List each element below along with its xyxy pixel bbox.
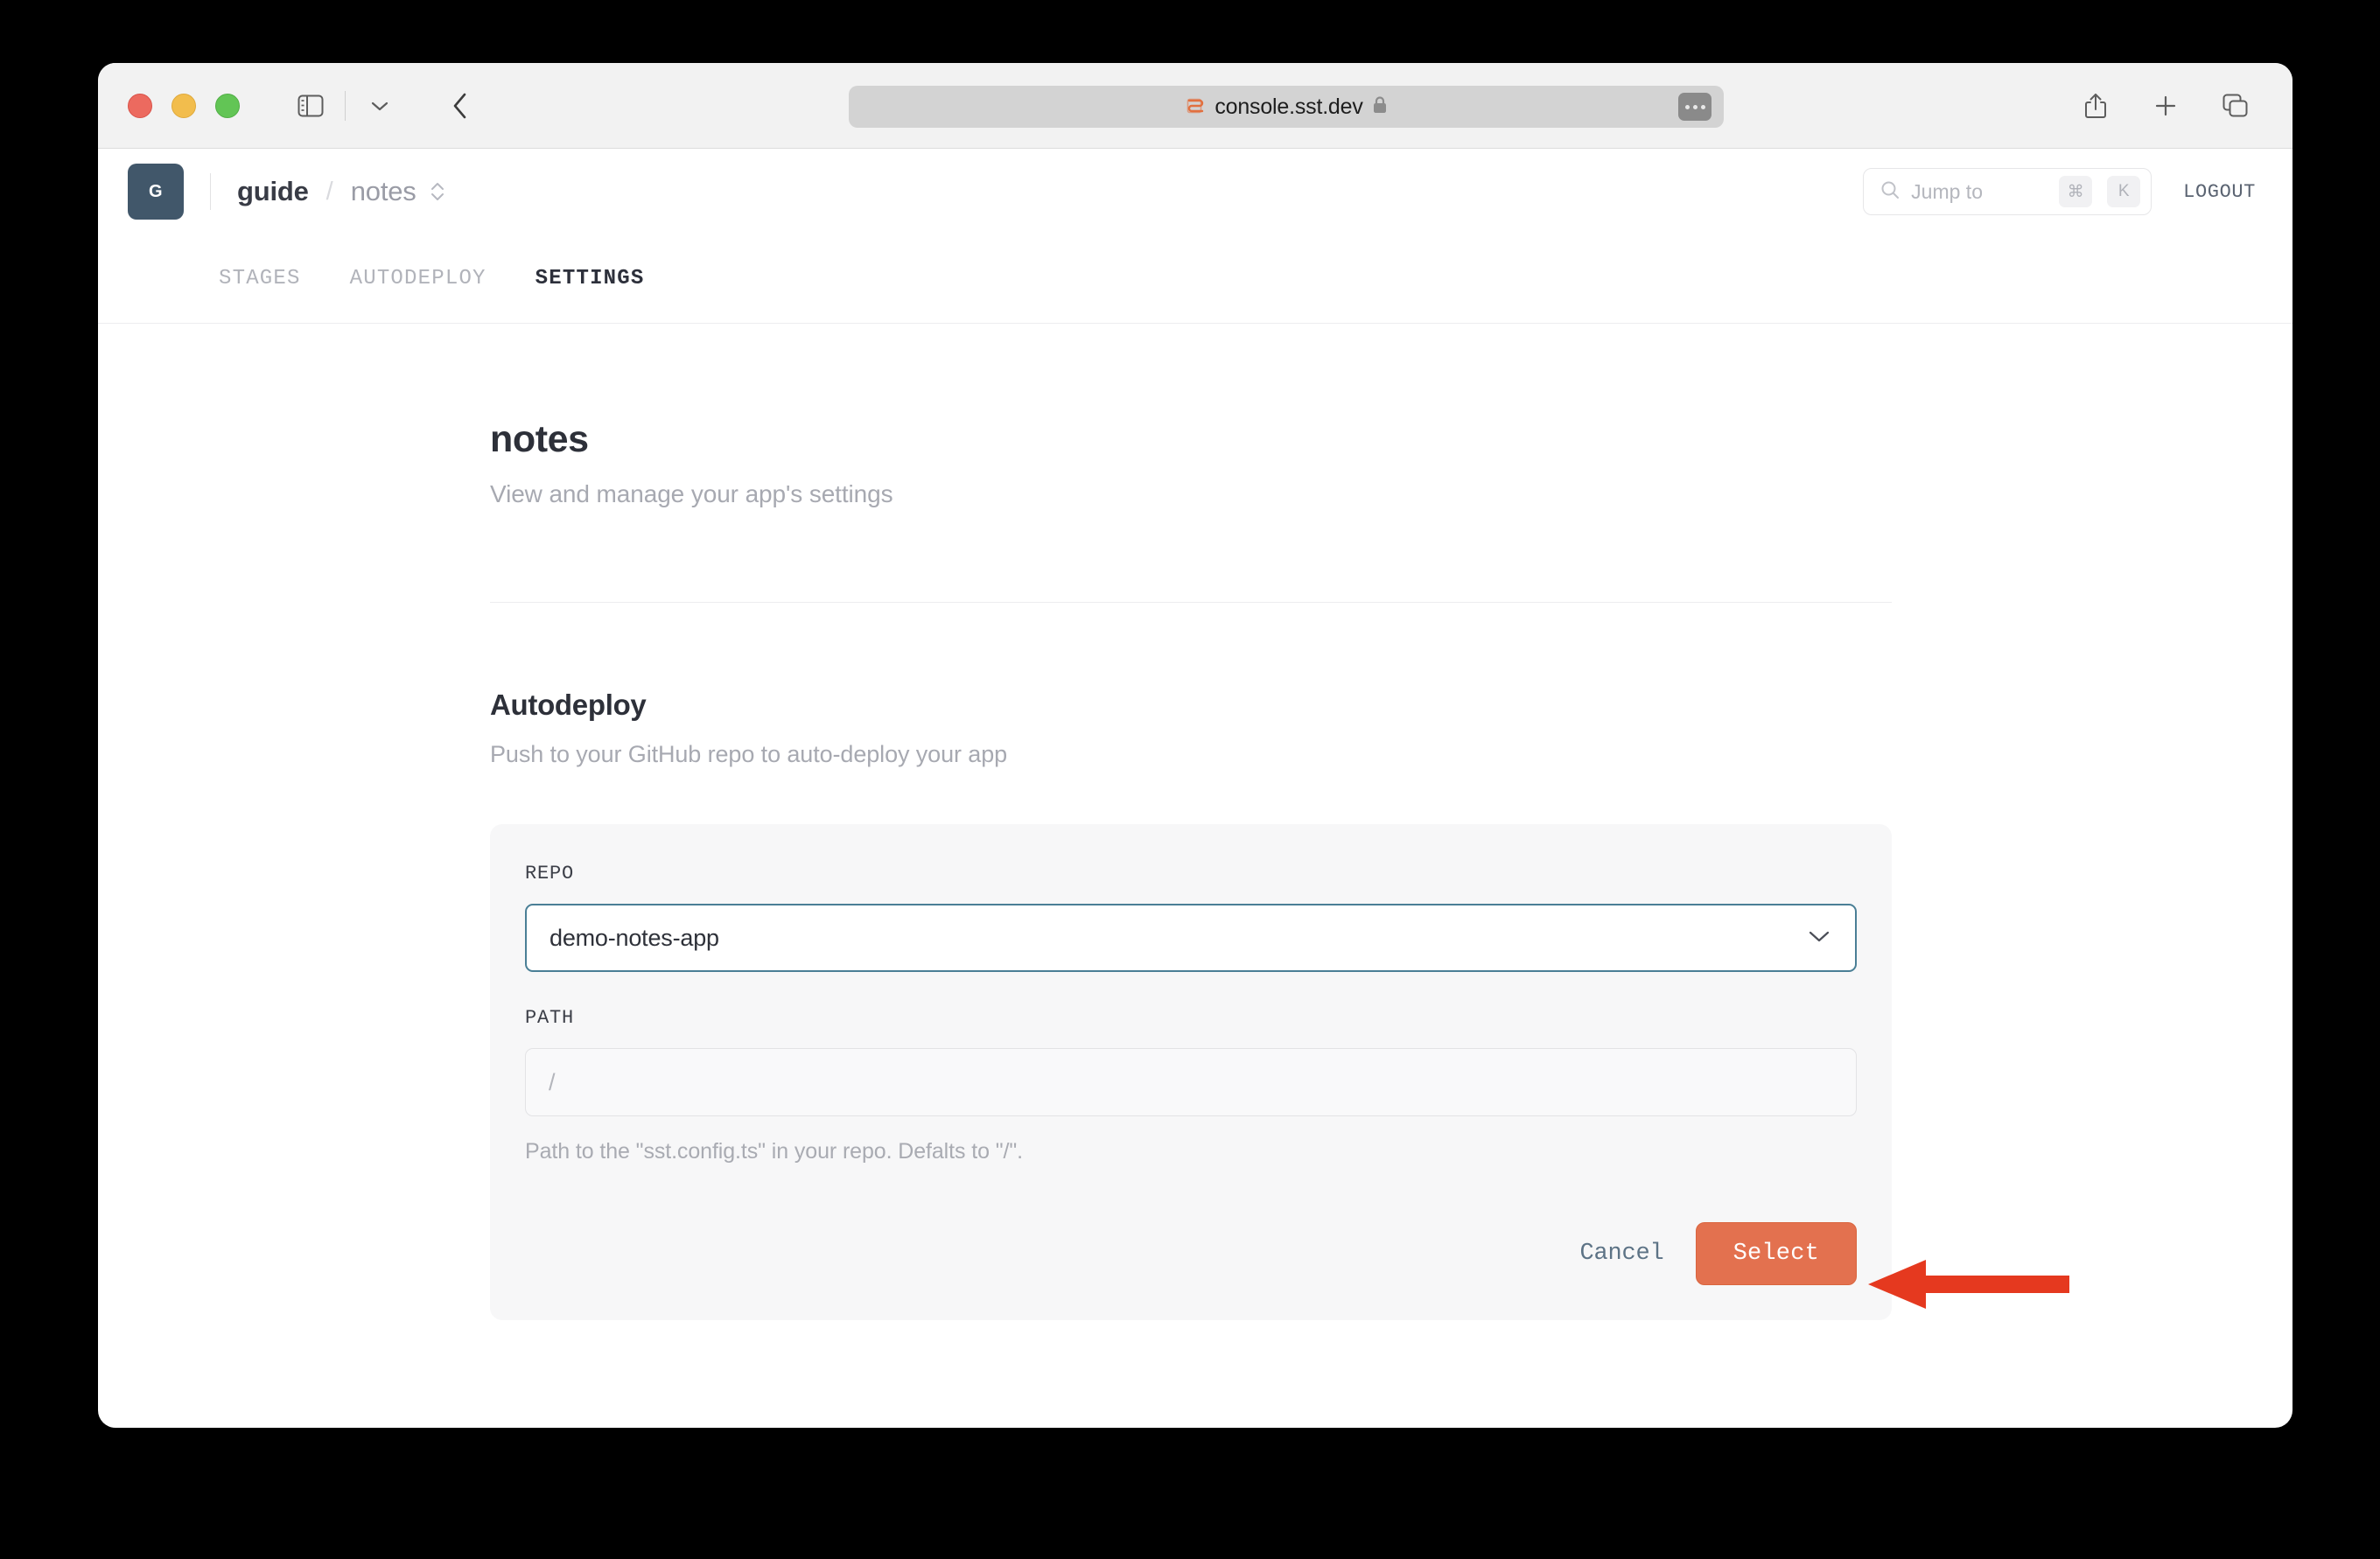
main-content: notes View and manage your app's setting… [98,324,2292,1320]
breadcrumb-stage-name[interactable]: notes [351,176,416,207]
logout-button[interactable]: LOGOUT [2183,181,2256,203]
card-actions: Cancel Select [525,1222,1857,1285]
share-icon[interactable] [2076,86,2116,126]
toolbar-divider [345,90,346,121]
tab-stages[interactable]: STAGES [219,267,301,290]
kbd-k: K [2107,176,2141,207]
section-divider [490,602,1892,603]
chevron-down-icon[interactable] [360,86,400,126]
header-right-group: Jump to ⌘ K LOGOUT [1863,168,2256,215]
plus-icon[interactable] [2146,86,2186,126]
kbd-cmd: ⌘ [2059,176,2093,207]
repo-select[interactable]: demo-notes-app [525,904,1857,972]
repo-label: REPO [525,863,575,884]
app-header: G guide / notes Jump to ⌘ K LOGOUT [98,149,2292,234]
browser-window: console.sst.dev G guide / notes Jump to … [98,63,2292,1428]
chevron-down-icon [1808,929,1830,947]
breadcrumb-separator: / [326,177,333,206]
sst-favicon-icon [1185,96,1206,117]
toolbar-left-group [290,86,480,126]
path-input[interactable]: / [525,1048,1857,1116]
url-text: console.sst.dev [1214,94,1363,119]
path-input-placeholder: / [549,1068,556,1095]
repo-select-value: demo-notes-app [550,924,719,951]
lock-icon [1372,95,1388,119]
page-title: notes [490,418,589,460]
tab-autodeploy[interactable]: AUTODEPLOY [350,267,486,290]
path-label: PATH [525,1007,575,1029]
breadcrumb-divider [210,173,211,210]
toolbar-right-group [2076,86,2256,126]
close-window-button[interactable] [128,93,152,118]
address-bar[interactable]: console.sst.dev [849,86,1724,128]
search-icon [1880,179,1900,205]
back-chevron-icon[interactable] [440,86,480,126]
path-help-text: Path to the "sst.config.ts" in your repo… [525,1139,1023,1164]
breadcrumb-app-name[interactable]: guide [237,176,309,207]
search-input[interactable]: Jump to ⌘ K [1863,168,2152,215]
section-title: Autodeploy [490,689,647,721]
nav-tabs: STAGES AUTODEPLOY SETTINGS [98,234,2292,324]
field-spacer [525,972,1857,1007]
breadcrumb: guide / notes [237,176,446,207]
autodeploy-card: REPO demo-notes-app PATH / Path to the "… [490,824,1892,1320]
tab-settings[interactable]: SETTINGS [536,267,645,290]
avatar[interactable]: G [128,164,184,220]
select-button[interactable]: Select [1695,1222,1857,1285]
stage-selector-chevrons-icon[interactable] [429,179,446,204]
sidebar-icon[interactable] [290,86,331,126]
tab-overview-icon[interactable] [2216,86,2256,126]
minimize-window-button[interactable] [172,93,196,118]
maximize-window-button[interactable] [215,93,240,118]
cancel-button[interactable]: Cancel [1580,1241,1664,1267]
page-subtitle: View and manage your app's settings [490,480,893,507]
window-traffic-lights [128,93,240,118]
browser-toolbar: console.sst.dev [98,63,2292,149]
ellipsis-icon[interactable] [1678,93,1712,121]
search-placeholder: Jump to [1911,179,1983,203]
section-subtitle: Push to your GitHub repo to auto-deploy … [490,741,1008,767]
